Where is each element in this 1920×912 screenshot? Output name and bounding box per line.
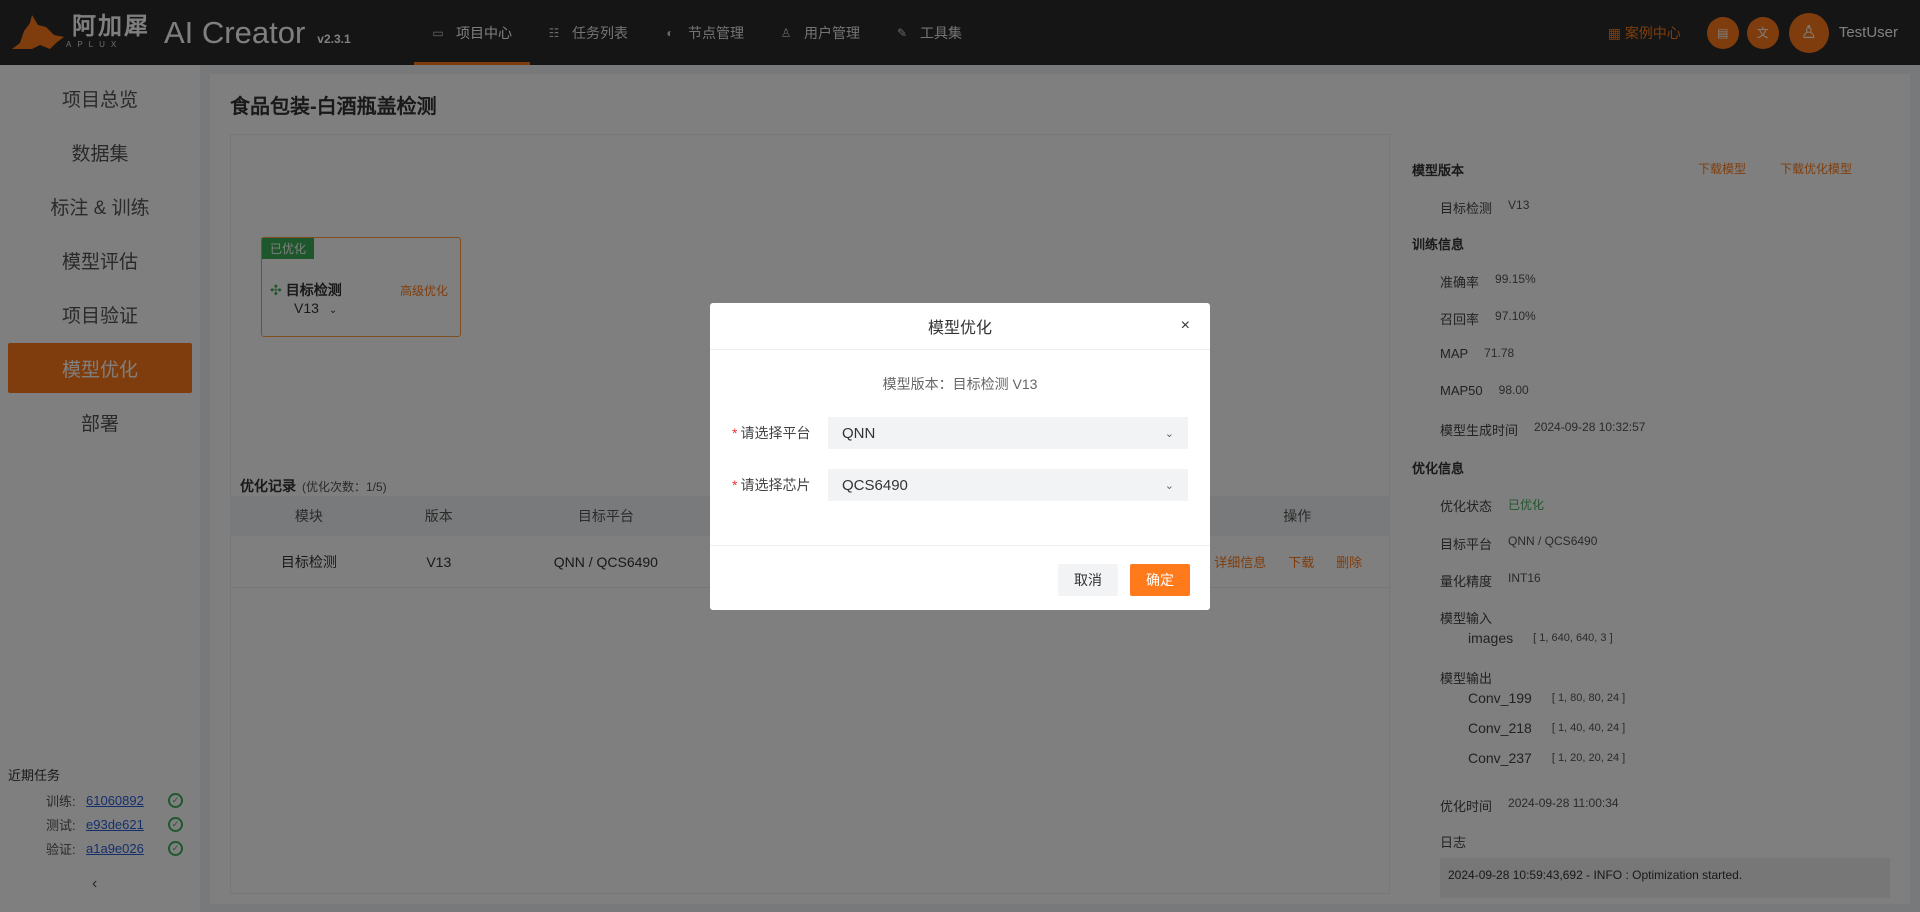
platform-field: * 请选择平台 QNN ⌄	[732, 417, 1188, 449]
close-icon[interactable]: ×	[1181, 317, 1190, 335]
chevron-down-icon: ⌄	[1164, 427, 1174, 440]
platform-label-text: 请选择平台	[740, 425, 811, 441]
chip-label-text: 请选择芯片	[740, 477, 811, 493]
modal-header: 模型优化 ×	[710, 303, 1210, 350]
chip-select[interactable]: QCS6490 ⌄	[828, 469, 1188, 501]
chevron-down-icon: ⌄	[1164, 479, 1174, 492]
confirm-button[interactable]: 确定	[1130, 564, 1190, 596]
cancel-button[interactable]: 取消	[1058, 564, 1118, 596]
platform-select[interactable]: QNN ⌄	[828, 417, 1188, 449]
required-mark: *	[732, 477, 738, 493]
platform-label: * 请选择平台	[732, 423, 828, 443]
chip-label: * 请选择芯片	[732, 475, 828, 495]
modal-footer: 取消 确定	[710, 545, 1210, 610]
chip-value: QCS6490	[842, 476, 908, 494]
modal-title: 模型优化	[927, 320, 992, 337]
required-mark: *	[732, 425, 738, 441]
modal-subtitle: 模型版本：目标检测 V13	[882, 376, 1038, 392]
optimize-modal: 模型优化 × 模型版本：目标检测 V13 * 请选择平台 QNN ⌄ * 请选择芯片…	[710, 303, 1210, 610]
platform-value: QNN	[842, 424, 876, 442]
chip-field: * 请选择芯片 QCS6490 ⌄	[732, 469, 1188, 501]
